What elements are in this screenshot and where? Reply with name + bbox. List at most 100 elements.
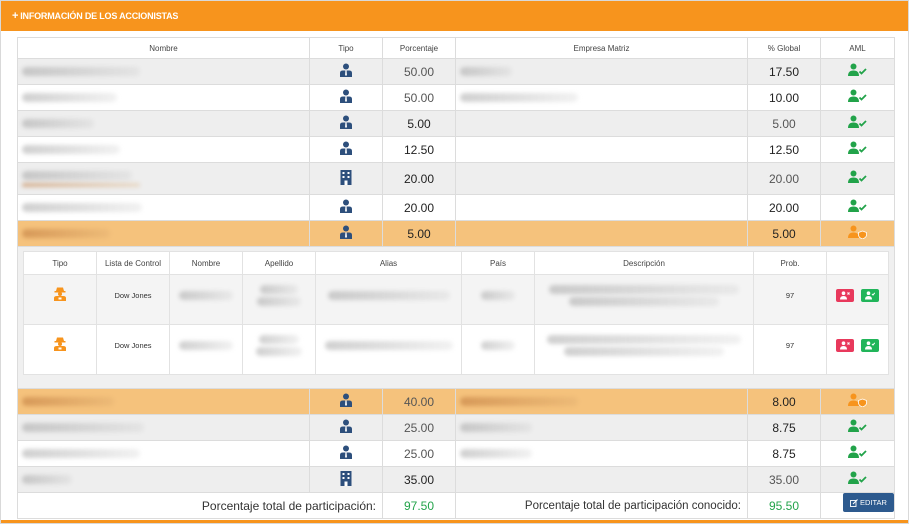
redacted-last-name <box>259 334 299 344</box>
table-row: 25.00 8.75 <box>17 440 895 467</box>
aml-alert-icon[interactable] <box>820 220 895 247</box>
porcentaje-cell: 5.00 <box>382 110 456 137</box>
redacted-parent <box>460 423 532 432</box>
col-pais: País <box>461 251 535 275</box>
col-porcentaje: Porcentaje <box>382 37 456 59</box>
accept-match-button[interactable] <box>860 288 879 302</box>
global-cell: 5.00 <box>747 110 821 137</box>
table-row: 25.00 8.75 <box>17 414 895 441</box>
redacted-alias <box>324 340 453 350</box>
porcentaje-cell: 25.00 <box>382 440 456 467</box>
match-actions <box>826 274 889 325</box>
global-cell: 20.00 <box>747 162 821 195</box>
porcentaje-cell: 20.00 <box>382 194 456 221</box>
col-nombre: Nombre <box>169 251 243 275</box>
global-cell: 20.00 <box>747 194 821 221</box>
redacted-country <box>481 340 515 350</box>
col-lista-control: Lista de Control <box>96 251 170 275</box>
aml-ok-icon[interactable] <box>820 58 895 85</box>
col-prob: Prob. <box>753 251 827 275</box>
global-cell: 5.00 <box>747 220 821 247</box>
redacted-name <box>22 423 144 432</box>
total-known-value: 95.50 <box>747 492 821 519</box>
match-list: Dow Jones <box>96 324 170 375</box>
col-alias: Alias <box>315 251 462 275</box>
aml-ok-icon[interactable] <box>820 84 895 111</box>
porcentaje-cell: 12.50 <box>382 136 456 163</box>
redacted-alias <box>327 290 450 300</box>
person-icon <box>309 110 383 137</box>
building-icon <box>309 162 383 195</box>
col-nombre: Nombre <box>17 37 310 59</box>
redacted-parent <box>460 397 578 406</box>
table-row: 5.00 5.00 <box>17 110 895 137</box>
aml-alert-icon[interactable] <box>820 388 895 415</box>
totals-row: Porcentaje total de participación: 97.50… <box>17 492 895 519</box>
global-cell: 12.50 <box>747 136 821 163</box>
global-cell: 8.00 <box>747 388 821 415</box>
redacted-first-name <box>179 290 233 300</box>
match-actions <box>826 324 889 375</box>
match-type-icon <box>23 274 97 325</box>
col-global: % Global <box>747 37 821 59</box>
redacted-parent <box>460 93 578 102</box>
porcentaje-cell: 20.00 <box>382 162 456 195</box>
global-cell: 17.50 <box>747 58 821 85</box>
match-list: Dow Jones <box>96 274 170 325</box>
edit-button-label: EDITAR <box>860 498 887 507</box>
redacted-name <box>22 397 114 406</box>
shareholders-panel: + INFORMACIÓN DE LOS ACCIONISTAS Nombre T… <box>0 0 909 524</box>
porcentaje-cell: 25.00 <box>382 414 456 441</box>
person-icon <box>309 220 383 247</box>
match-row: Dow Jones 97 <box>23 324 889 375</box>
match-row: Dow Jones 97 <box>23 274 889 325</box>
aml-ok-icon[interactable] <box>820 194 895 221</box>
table-row-selected[interactable]: 5.00 5.00 <box>17 220 895 247</box>
panel-header[interactable]: + INFORMACIÓN DE LOS ACCIONISTAS <box>1 1 908 31</box>
total-known-label: Porcentaje total de participación conoci… <box>455 492 748 519</box>
reject-match-button[interactable] <box>836 338 855 352</box>
aml-ok-icon[interactable] <box>820 414 895 441</box>
redacted-description <box>549 284 739 294</box>
redacted-description-line2 <box>569 296 719 306</box>
accept-match-button[interactable] <box>860 338 879 352</box>
person-icon <box>309 194 383 221</box>
col-aml: AML <box>820 37 895 59</box>
table-row-selected[interactable]: 40.00 8.00 <box>17 388 895 415</box>
table-row: 35.00 35.00 <box>17 466 895 493</box>
matches-row: Tipo Lista de Control Nombre Apellido Al… <box>17 246 895 389</box>
redacted-name <box>22 170 132 180</box>
redacted-description <box>547 334 741 344</box>
reject-match-button[interactable] <box>836 288 855 302</box>
panel-title: INFORMACIÓN DE LOS ACCIONISTAS <box>20 11 179 21</box>
global-cell: 10.00 <box>747 84 821 111</box>
person-icon <box>309 414 383 441</box>
building-icon <box>309 466 383 493</box>
table-row: 20.00 20.00 <box>17 194 895 221</box>
redacted-name <box>22 229 110 238</box>
aml-ok-icon[interactable] <box>820 440 895 467</box>
redacted-name <box>22 475 72 484</box>
redacted-parent <box>460 449 532 458</box>
edit-button[interactable]: EDITAR <box>843 493 894 512</box>
redacted-description-line2 <box>564 346 724 356</box>
match-type-icon <box>23 324 97 375</box>
aml-ok-icon[interactable] <box>820 466 895 493</box>
global-cell: 8.75 <box>747 414 821 441</box>
redacted-name <box>22 119 94 128</box>
redacted-name <box>22 449 140 458</box>
col-apellido: Apellido <box>242 251 316 275</box>
col-tipo: Tipo <box>23 251 97 275</box>
porcentaje-cell: 35.00 <box>382 466 456 493</box>
redacted-parent <box>460 67 512 76</box>
col-empresa-matriz: Empresa Matriz <box>455 37 748 59</box>
edit-icon <box>850 498 858 507</box>
aml-ok-icon[interactable] <box>820 110 895 137</box>
aml-ok-icon[interactable] <box>820 162 895 195</box>
person-icon <box>309 440 383 467</box>
person-icon <box>309 84 383 111</box>
total-participation-value: 97.50 <box>382 492 456 519</box>
person-icon <box>309 136 383 163</box>
aml-ok-icon[interactable] <box>820 136 895 163</box>
col-actions <box>826 251 889 275</box>
